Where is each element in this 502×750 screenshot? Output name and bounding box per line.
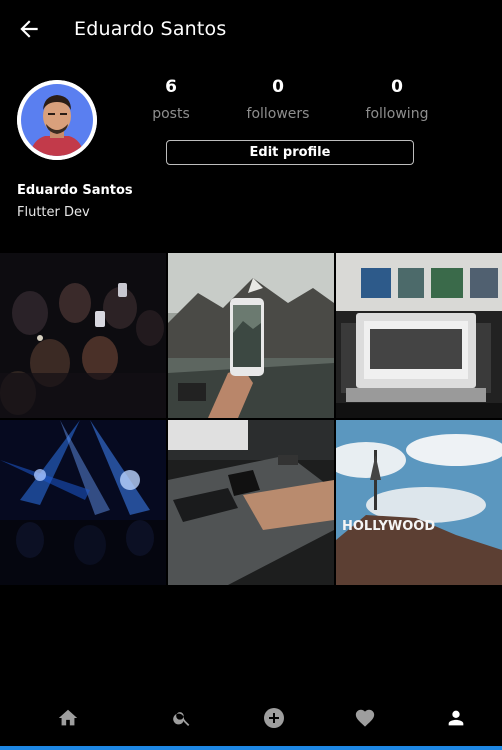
stat-label: following <box>365 106 429 122</box>
nav-home[interactable] <box>48 698 88 738</box>
stat-value: 0 <box>272 77 284 97</box>
post-thumbnail[interactable] <box>0 420 166 585</box>
stat-posts[interactable]: 6 posts <box>126 74 216 128</box>
app-bar: Eduardo Santos <box>0 0 502 62</box>
profile-name: Eduardo Santos <box>17 183 133 198</box>
heart-icon <box>355 709 375 727</box>
page-title: Eduardo Santos <box>74 18 227 40</box>
avatar[interactable] <box>17 80 97 160</box>
bottom-navigation <box>0 690 502 746</box>
stat-value: 6 <box>165 77 177 97</box>
nav-profile[interactable] <box>436 698 476 738</box>
hollywood-sign-text: HOLLYWOOD <box>342 519 435 534</box>
nav-activity[interactable] <box>345 698 385 738</box>
stat-followers[interactable]: 0 followers <box>233 74 323 128</box>
stat-label: followers <box>246 106 310 122</box>
avatar-photo <box>17 80 97 160</box>
post-thumbnail[interactable]: HOLLYWOOD <box>336 420 502 585</box>
profile-icon <box>448 710 464 726</box>
search-icon <box>173 712 190 726</box>
add-icon <box>264 708 284 728</box>
post-thumbnail[interactable] <box>336 253 502 418</box>
stat-following[interactable]: 0 following <box>352 74 442 128</box>
profile-stats: 6 posts 0 followers 0 following <box>130 74 430 134</box>
post-thumbnail[interactable] <box>168 420 334 585</box>
bottom-accent-line <box>0 746 502 750</box>
home-icon <box>58 709 78 726</box>
profile-bio: Flutter Dev <box>17 205 90 220</box>
posts-grid: HOLLYWOOD <box>0 253 502 585</box>
back-arrow-icon[interactable] <box>16 16 42 42</box>
nav-search[interactable] <box>162 698 202 738</box>
post-thumbnail[interactable] <box>168 253 334 418</box>
stat-label: posts <box>152 106 190 122</box>
edit-profile-button[interactable]: Edit profile <box>166 140 414 165</box>
stat-value: 0 <box>391 77 403 97</box>
nav-add[interactable] <box>254 698 294 738</box>
post-thumbnail[interactable] <box>0 253 166 418</box>
